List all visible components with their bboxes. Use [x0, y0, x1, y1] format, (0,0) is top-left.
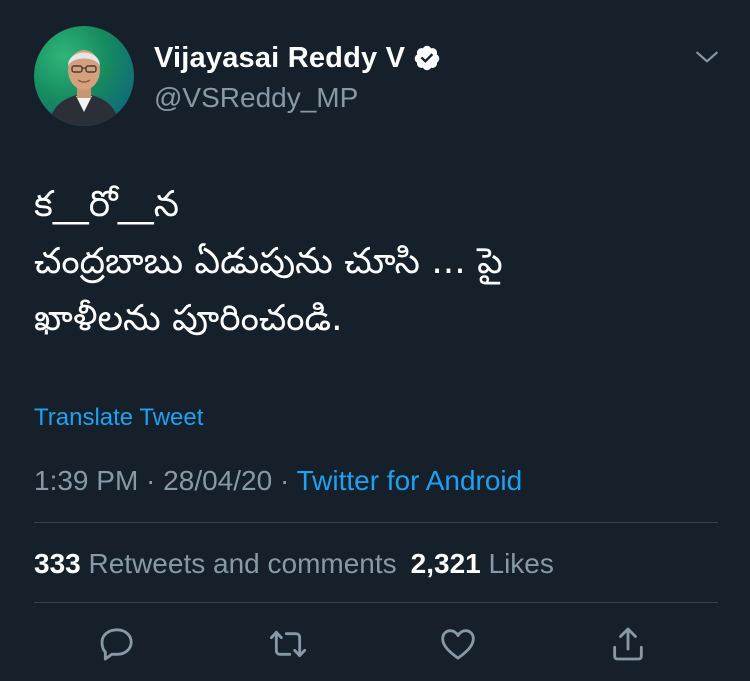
verified-badge-icon [414, 45, 440, 71]
likes-stat[interactable]: 2,321 Likes [411, 548, 554, 579]
tweet-source-link[interactable]: Twitter for Android [297, 465, 523, 496]
tweet-time: 1:39 PM [34, 465, 139, 496]
retweet-icon [269, 630, 307, 658]
tweet-meta: 1:39 PM · 28/04/20 · Twitter for Android [34, 465, 522, 497]
tweet-text-line: క__రో__న [34, 184, 179, 225]
tweet-text-line: ఖాళీలను పూరించండి. [34, 298, 343, 339]
share-button[interactable] [608, 624, 648, 664]
tweet-text: క__రో__న చంద్రబాబు ఏడుపును చూసి ... పై ఖ… [34, 176, 724, 347]
avatar-photo-icon [48, 50, 120, 126]
retweets-stat[interactable]: 333 Retweets and comments [34, 548, 397, 579]
author-handle[interactable]: @VSReddy_MP [154, 82, 441, 114]
tweet-actions [0, 624, 750, 668]
meta-separator: · [138, 465, 164, 496]
tweet-detail: Vijayasai Reddy V @VSReddy_MP క__రో__న చ… [0, 0, 750, 681]
avatar[interactable] [34, 26, 134, 126]
retweets-label: Retweets and comments [88, 548, 397, 579]
display-name[interactable]: Vijayasai Reddy V [154, 42, 405, 75]
reply-icon [100, 628, 133, 661]
retweet-button[interactable] [268, 624, 308, 664]
divider [34, 522, 718, 523]
translate-tweet-link[interactable]: Translate Tweet [34, 404, 203, 432]
meta-separator: · [272, 465, 297, 496]
share-icon [613, 627, 643, 661]
author-names: Vijayasai Reddy V @VSReddy_MP [154, 40, 441, 114]
divider [34, 602, 718, 603]
chevron-down-icon[interactable] [694, 44, 720, 70]
like-button[interactable] [438, 624, 478, 664]
heart-icon [441, 629, 475, 660]
tweet-text-line: చంద్రబాబు ఏడుపును చూసి ... పై [34, 241, 503, 282]
tweet-header: Vijayasai Reddy V @VSReddy_MP [34, 26, 724, 126]
tweet-stats: 333 Retweets and comments 2,321 Likes [34, 548, 554, 580]
tweet-date[interactable]: 28/04/20 [163, 465, 272, 496]
retweets-count: 333 [34, 548, 81, 579]
likes-label: Likes [488, 548, 554, 579]
reply-button[interactable] [97, 624, 137, 664]
likes-count: 2,321 [410, 548, 481, 579]
